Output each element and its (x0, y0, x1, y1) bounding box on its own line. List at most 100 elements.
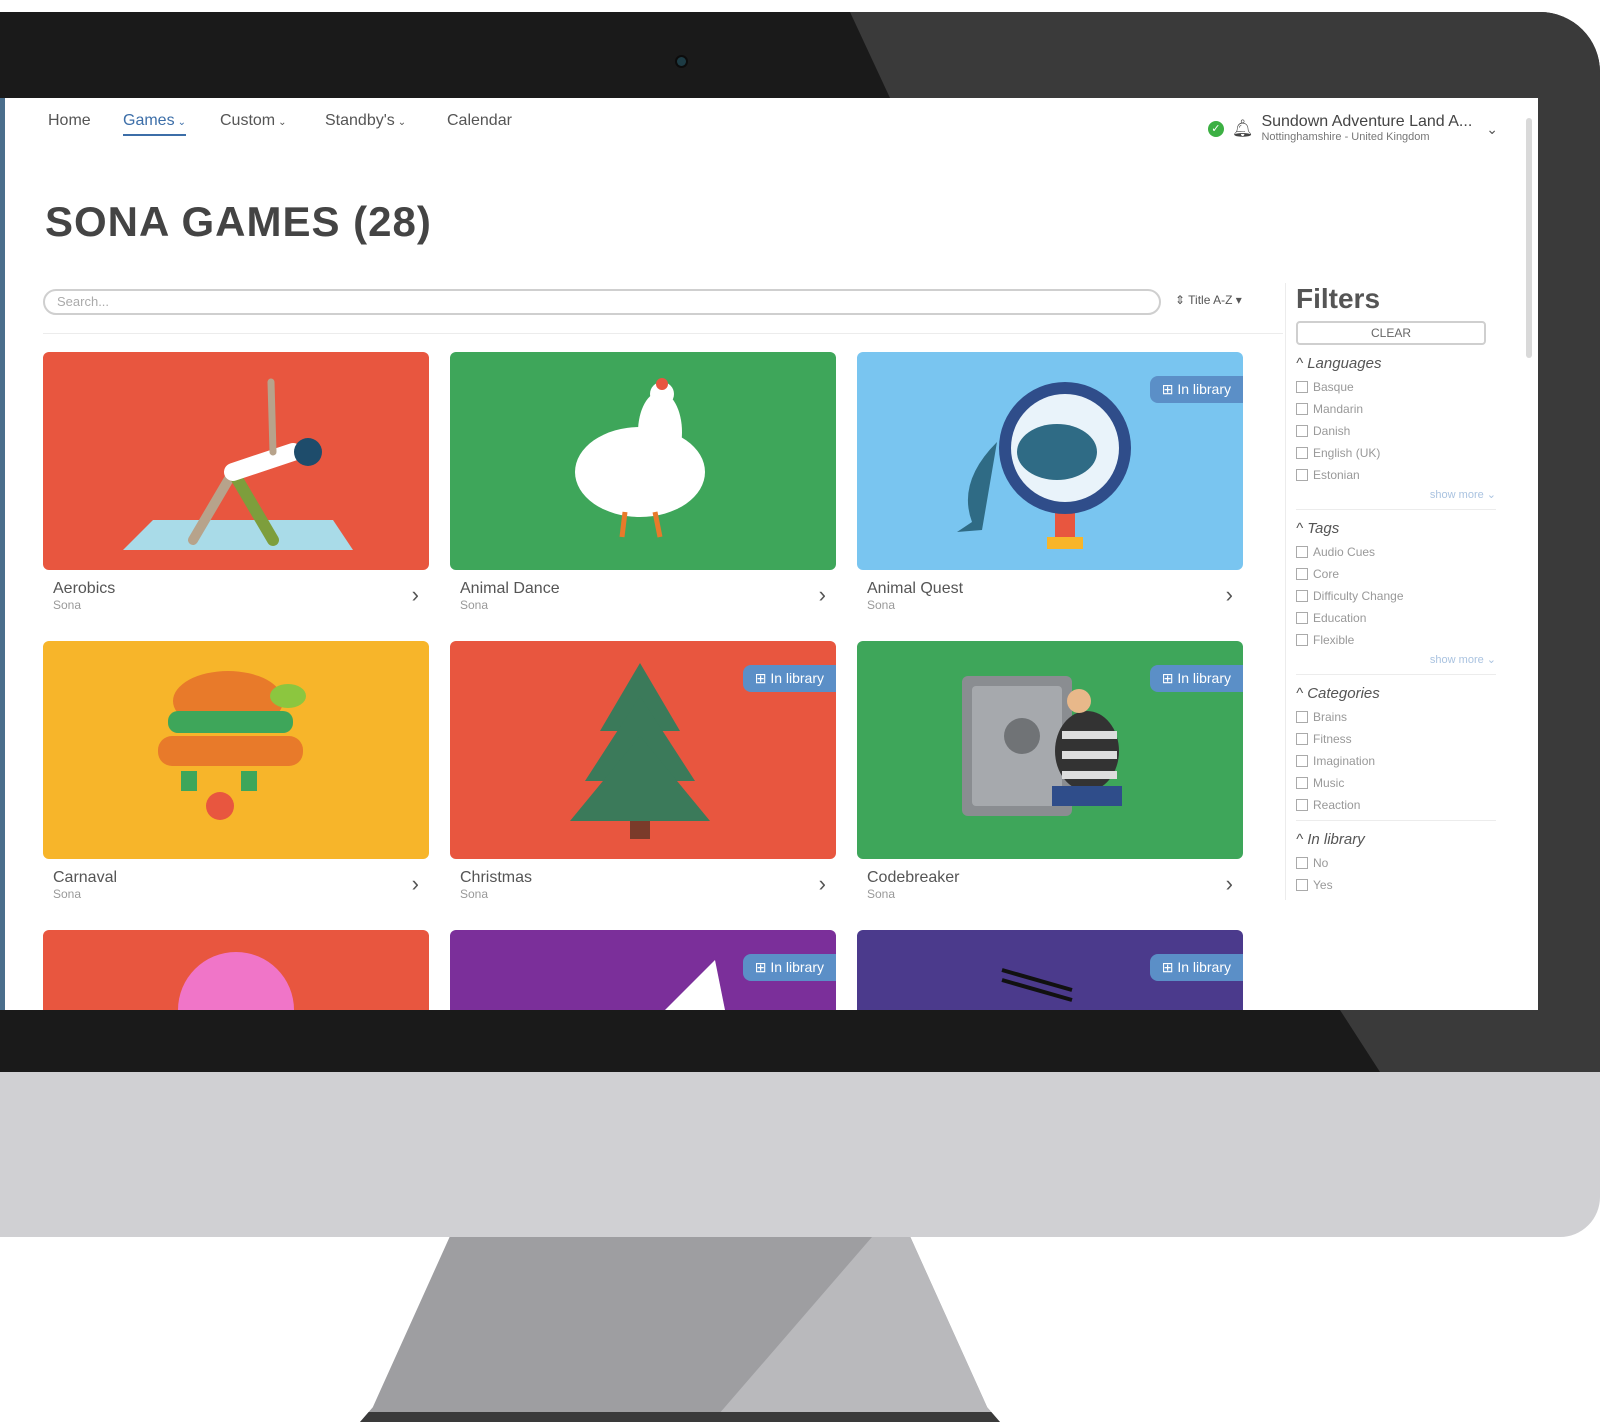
clear-filters-button[interactable]: CLEAR (1296, 321, 1486, 345)
game-title: Christmas (460, 869, 533, 886)
filter-option[interactable]: Brains (1296, 706, 1496, 728)
search-input[interactable]: Search... (43, 289, 1161, 315)
filter-option[interactable]: Imagination (1296, 750, 1496, 772)
divider (43, 333, 1283, 334)
game-card[interactable]: ⊞ In library (857, 930, 1243, 1010)
filter-option[interactable]: Core (1296, 563, 1496, 585)
checkbox[interactable] (1296, 711, 1308, 723)
checkbox[interactable] (1296, 755, 1308, 767)
game-title: Codebreaker (867, 869, 960, 886)
game-thumbnail: ⊞ In library (857, 352, 1243, 570)
checkbox[interactable] (1296, 799, 1308, 811)
nav-custom[interactable]: Custom ⌄ (220, 112, 287, 130)
in-library-badge: ⊞ In library (1149, 665, 1243, 692)
filter-group-toggle[interactable]: ^ In library (1296, 831, 1496, 848)
checkbox[interactable] (1296, 879, 1308, 891)
checkbox[interactable] (1296, 857, 1308, 869)
chevron-down-icon: ⌄ (278, 117, 287, 128)
checkbox[interactable] (1296, 403, 1308, 415)
chevron-down-icon[interactable]: ⌄ (1486, 121, 1498, 138)
sort-icon: ⇕ (1175, 293, 1189, 307)
filter-option[interactable]: Estonian (1296, 464, 1496, 486)
checkbox[interactable] (1296, 733, 1308, 745)
filter-option[interactable]: No (1296, 852, 1496, 874)
nav-games[interactable]: Games ⌄ (123, 112, 186, 136)
chicken-illustration (575, 378, 705, 538)
checkbox[interactable] (1296, 568, 1308, 580)
checkbox[interactable] (1296, 469, 1308, 481)
filter-option[interactable]: Yes (1296, 874, 1496, 896)
game-card[interactable]: ⊞ In library (450, 930, 836, 1010)
game-card[interactable]: Animal Dance Sona › (450, 352, 836, 612)
chevron-down-icon: ⌄ (177, 117, 186, 128)
game-card[interactable] (43, 930, 429, 1010)
library-icon: ⊞ (1161, 959, 1174, 975)
filter-group-toggle[interactable]: ^ Categories (1296, 685, 1496, 702)
scrollbar[interactable] (1526, 118, 1532, 358)
yoga-illustration (123, 378, 353, 550)
show-more-link[interactable]: show more ⌄ (1296, 653, 1496, 666)
checkbox[interactable] (1296, 612, 1308, 624)
chevron-right-icon[interactable]: › (819, 871, 826, 897)
filter-option[interactable]: Basque (1296, 376, 1496, 398)
filters-title: Filters (1296, 283, 1381, 314)
filter-option[interactable]: Fitness (1296, 728, 1496, 750)
monitor-chin (0, 1072, 1600, 1237)
top-navigation: Home Games ⌄ Custom ⌄ Standby's ⌄ Calendar … (5, 98, 1538, 158)
account-menu[interactable]: ✓ 🔔︎ Sundown Adventure Land A... Notting… (1207, 113, 1498, 144)
chevron-right-icon[interactable]: › (1226, 871, 1233, 897)
game-provider: Sona (867, 887, 896, 901)
library-icon: ⊞ (1161, 670, 1174, 686)
game-illustration (178, 952, 294, 1010)
page-title: SONA GAMES (28) (45, 198, 432, 245)
chevron-right-icon[interactable]: › (1226, 582, 1233, 608)
chevron-right-icon[interactable]: › (412, 582, 419, 608)
filter-option[interactable]: Education (1296, 607, 1496, 629)
filter-option[interactable]: Reaction (1296, 794, 1496, 816)
checkbox[interactable] (1296, 425, 1308, 437)
game-card[interactable]: ⊞ In library Animal Quest Sona › (857, 352, 1243, 612)
filter-group-languages: ^ Languages Basque Mandarin Danish Engli… (1296, 355, 1496, 510)
filter-option[interactable]: Mandarin (1296, 398, 1496, 420)
game-card[interactable]: Carnaval Sona › (43, 641, 429, 901)
nav-home[interactable]: Home (48, 112, 91, 130)
chevron-right-icon[interactable]: › (819, 582, 826, 608)
game-provider: Sona (53, 887, 82, 901)
bell-icon[interactable]: 🔔︎ (1232, 119, 1254, 139)
caret-down-icon: ▾ (1232, 293, 1242, 307)
show-more-link[interactable]: show more ⌄ (1296, 488, 1496, 501)
monitor-stand (360, 1237, 1000, 1422)
in-library-badge: ⊞ In library (742, 954, 836, 981)
filter-group-toggle[interactable]: ^ Tags (1296, 520, 1496, 537)
library-icon: ⊞ (754, 959, 767, 975)
filter-option[interactable]: Flexible (1296, 629, 1496, 651)
filter-option[interactable]: Difficulty Change (1296, 585, 1496, 607)
chevron-right-icon[interactable]: › (412, 871, 419, 897)
game-provider: Sona (460, 598, 489, 612)
checkbox[interactable] (1296, 777, 1308, 789)
game-title: Aerobics (53, 580, 116, 597)
chevron-down-icon: ⌄ (397, 117, 407, 128)
filter-option[interactable]: English (UK) (1296, 442, 1496, 464)
sort-dropdown[interactable]: ⇕ Title A-Z ▾ (1175, 293, 1242, 307)
game-thumbnail (43, 641, 429, 859)
game-card[interactable]: ⊞ In library Codebreaker Sona › (857, 641, 1243, 901)
account-location: Nottinghamshire - United Kingdom (1261, 131, 1430, 143)
checkbox[interactable] (1296, 381, 1308, 393)
game-title: Animal Dance (460, 580, 560, 597)
checkbox[interactable] (1296, 447, 1308, 459)
game-card[interactable]: ⊞ In library Christmas Sona › (450, 641, 836, 901)
checkbox[interactable] (1296, 546, 1308, 558)
game-card[interactable]: Aerobics Sona › (43, 352, 429, 612)
filter-option[interactable]: Danish (1296, 420, 1496, 442)
nav-calendar[interactable]: Calendar (447, 112, 512, 130)
filter-option[interactable]: Music (1296, 772, 1496, 794)
checkbox[interactable] (1296, 634, 1308, 646)
checkbox[interactable] (1296, 590, 1308, 602)
filter-group-toggle[interactable]: ^ Languages (1296, 355, 1496, 372)
nav-standbys[interactable]: Standby's ⌄ (325, 112, 406, 130)
account-name: Sundown Adventure Land A... (1261, 113, 1473, 130)
filter-option[interactable]: Audio Cues (1296, 541, 1496, 563)
library-icon: ⊞ (1161, 381, 1174, 397)
camera-icon (677, 57, 686, 66)
